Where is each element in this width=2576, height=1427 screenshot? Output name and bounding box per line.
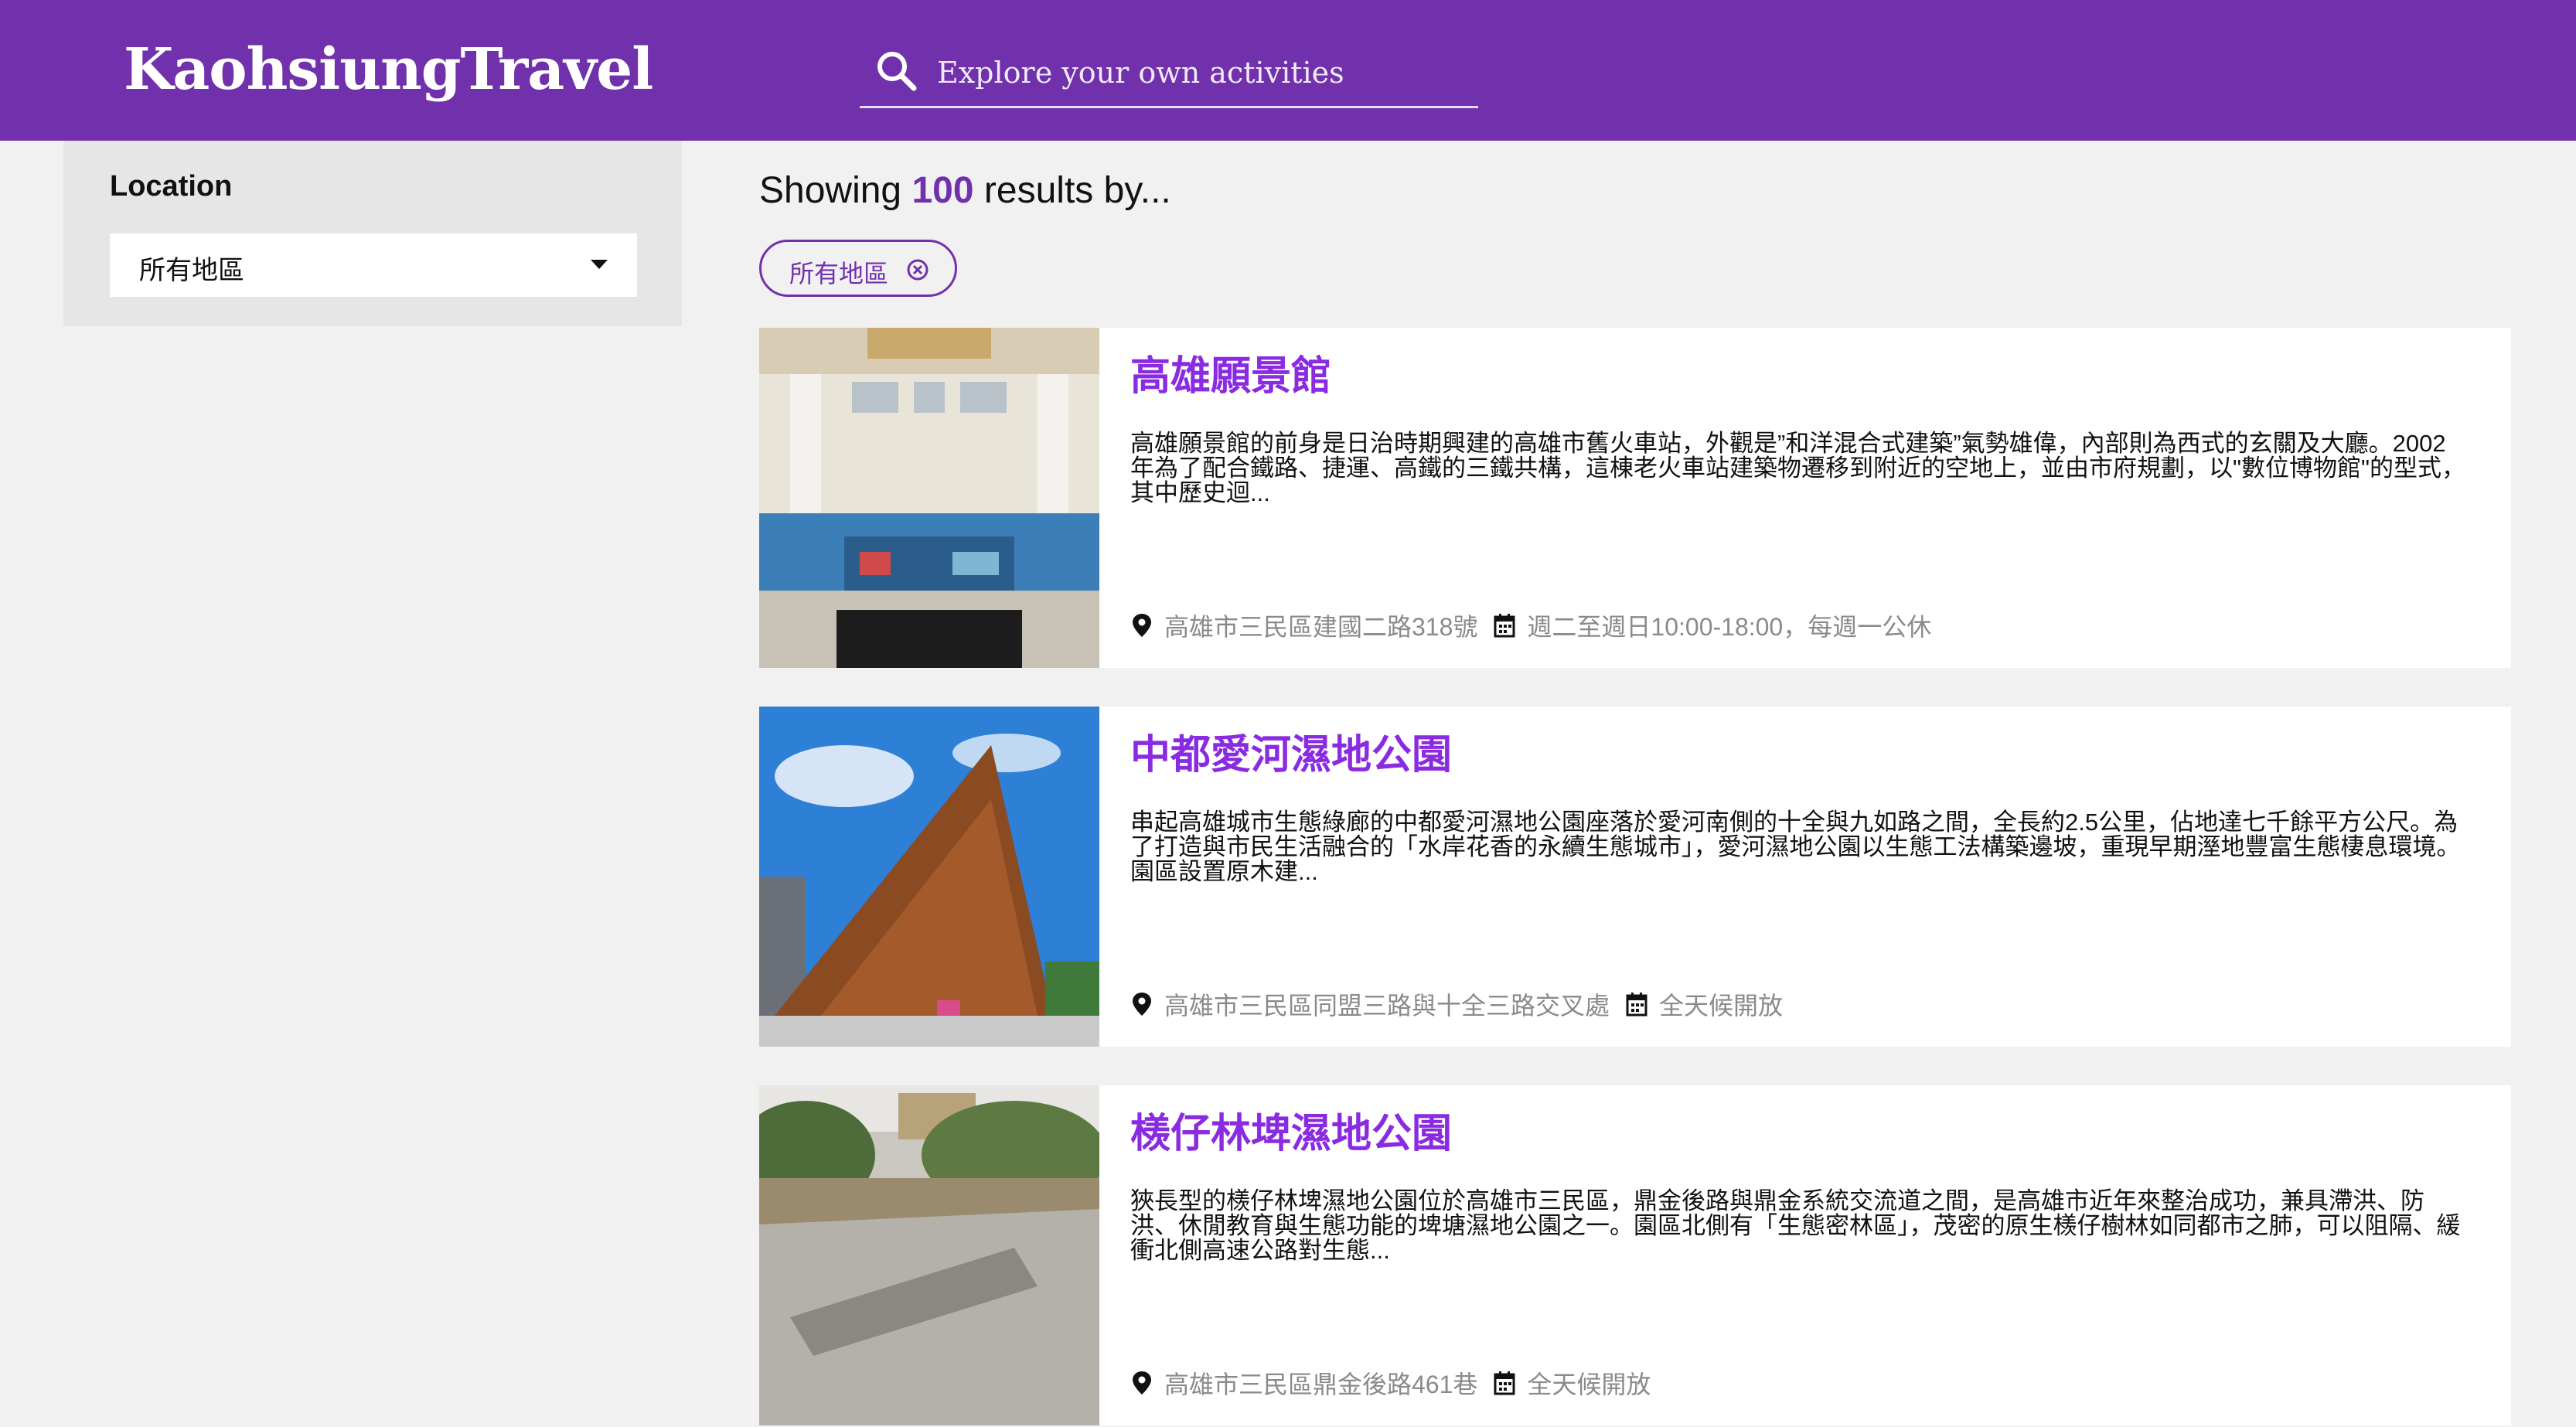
attraction-title[interactable]: 高雄願景館 [1130, 349, 1331, 404]
results-heading: Showing 100 results by... [759, 164, 1171, 218]
attraction-card[interactable]: 高雄願景館 高雄願景館的前身是日治時期興建的高雄市舊火車站，外觀是”和洋混合式建… [759, 328, 2511, 668]
attraction-address: 高雄市三民區建國二路318號 [1164, 613, 1478, 641]
location-pin-icon [1133, 993, 1151, 1016]
filter-chip-label: 所有地區 [789, 260, 889, 288]
location-label: Location [110, 170, 233, 203]
location-select[interactable]: 所有地區 [110, 233, 637, 297]
attraction-description: 狹長型的檨仔林埤濕地公園位於高雄市三民區，鼎金後路與鼎金系統交流道之間，是高雄市… [1130, 1187, 2461, 1264]
results-suffix: results by... [983, 170, 1171, 211]
filter-sidebar: Location 所有地區 [63, 141, 682, 326]
attraction-photo[interactable] [759, 707, 1099, 1047]
attraction-meta: 高雄市三民區鼎金後路461巷 全天候開放 [1130, 1365, 1651, 1401]
calendar-icon [1626, 993, 1647, 1017]
top-nav-bar: KaohsiungTravel [0, 0, 2576, 141]
results-prefix: Showing [759, 170, 902, 211]
attraction-meta: 高雄市三民區建國二路318號 週二至週日10:00-18:00，每週一公休 [1130, 608, 1931, 643]
attraction-description: 串起高雄城市生態綠廊的中都愛河濕地公園座落於愛河南側的十全與九如路之間，全長約2… [1130, 809, 2461, 885]
attraction-address: 高雄市三民區鼎金後路461巷 [1164, 1371, 1478, 1398]
location-select-value: 所有地區 [139, 256, 244, 285]
attraction-card[interactable]: 中都愛河濕地公園 串起高雄城市生態綠廊的中都愛河濕地公園座落於愛河南側的十全與九… [759, 707, 2511, 1047]
attraction-hours: 全天候開放 [1659, 992, 1784, 1020]
results-count: 100 [911, 170, 974, 211]
calendar-icon [1494, 614, 1515, 638]
attraction-title[interactable]: 檨仔林埤濕地公園 [1130, 1107, 1452, 1161]
attraction-hours: 週二至週日10:00-18:00，每週一公休 [1527, 613, 1932, 641]
dropdown-caret-icon [591, 260, 608, 269]
calendar-icon [1494, 1371, 1515, 1395]
location-pin-icon [1133, 1371, 1151, 1395]
search-input[interactable] [937, 48, 1463, 97]
attraction-photo[interactable] [759, 328, 1099, 668]
remove-filter-icon[interactable] [905, 257, 930, 282]
location-pin-icon [1133, 614, 1151, 637]
attraction-title[interactable]: 中都愛河濕地公園 [1130, 728, 1452, 782]
attraction-hours: 全天候開放 [1527, 1371, 1651, 1398]
search-bar[interactable] [860, 37, 1478, 108]
search-icon[interactable] [874, 48, 920, 94]
attraction-meta: 高雄市三民區同盟三路與十全三路交叉處 全天候開放 [1130, 986, 1783, 1022]
attraction-address: 高雄市三民區同盟三路與十全三路交叉處 [1164, 992, 1610, 1020]
attraction-photo[interactable] [759, 1085, 1099, 1425]
site-logo[interactable]: KaohsiungTravel [124, 31, 653, 108]
attraction-description: 高雄願景館的前身是日治時期興建的高雄市舊火車站，外觀是”和洋混合式建築”氣勢雄偉… [1130, 430, 2466, 506]
attraction-card[interactable]: 檨仔林埤濕地公園 狹長型的檨仔林埤濕地公園位於高雄市三民區，鼎金後路與鼎金系統交… [759, 1085, 2511, 1425]
active-filter-chip[interactable]: 所有地區 [759, 240, 957, 297]
